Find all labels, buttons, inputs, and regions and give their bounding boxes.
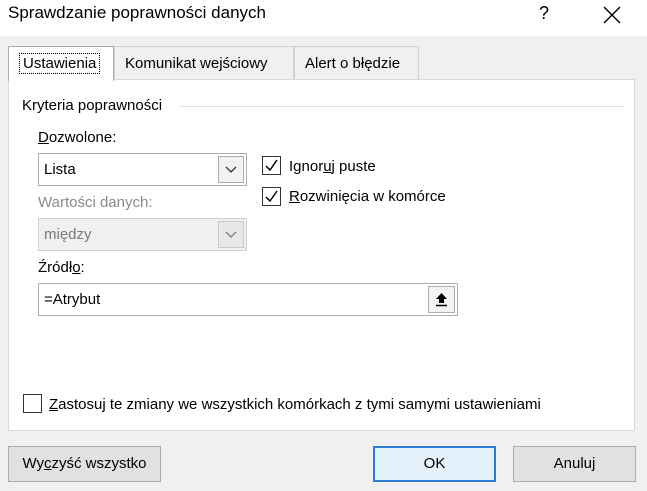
- cancel-button[interactable]: Anuluj: [513, 446, 636, 482]
- title-bar: Sprawdzanie poprawności danych ?: [0, 0, 647, 36]
- validation-criteria-label: Kryteria poprawności: [22, 97, 169, 114]
- help-button[interactable]: ?: [532, 0, 556, 28]
- tab-error-alert[interactable]: Alert o błędzie: [294, 46, 419, 80]
- allow-combobox[interactable]: Lista: [38, 153, 247, 186]
- data-value: między: [44, 226, 92, 243]
- check-icon: [265, 190, 278, 203]
- group-divider: [179, 106, 624, 107]
- apply-all-checkbox[interactable]: [23, 394, 42, 413]
- settings-panel: Kryteria poprawności Dozwolone: Lista Wa…: [8, 79, 635, 431]
- data-label: Wartości danych:: [38, 194, 153, 211]
- close-button[interactable]: [598, 2, 626, 30]
- source-label: Źródło:: [38, 259, 85, 276]
- arrow-up-icon: [436, 293, 447, 307]
- in-cell-dropdown-label: Rozwinięcia w komórce: [289, 188, 446, 205]
- allow-label: Dozwolone:: [38, 129, 117, 146]
- allow-dropdown-button[interactable]: [218, 156, 244, 183]
- source-value: =Atrybut: [44, 291, 101, 308]
- in-cell-dropdown-checkbox[interactable]: [262, 187, 281, 206]
- ok-button[interactable]: OK: [373, 446, 496, 482]
- tab-settings-label: Ustawienia: [19, 53, 101, 74]
- dialog-title: Sprawdzanie poprawności danych: [8, 3, 266, 22]
- collapse-dialog-button[interactable]: [428, 286, 455, 313]
- allow-value: Lista: [44, 161, 76, 178]
- ignore-blank-checkbox[interactable]: [262, 156, 281, 175]
- apply-all-label: Zastosuj te zmiany we wszystkich komórka…: [49, 396, 541, 413]
- chevron-down-icon: [225, 231, 237, 238]
- data-combobox: między: [38, 218, 247, 251]
- source-input[interactable]: =Atrybut: [38, 283, 458, 316]
- check-icon: [265, 159, 278, 172]
- tab-settings[interactable]: Ustawienia: [8, 46, 114, 81]
- close-icon: [603, 6, 621, 24]
- data-dropdown-button: [218, 221, 244, 248]
- chevron-down-icon: [225, 166, 237, 173]
- tab-input-message[interactable]: Komunikat wejściowy: [114, 46, 294, 80]
- ignore-blank-label: Ignoruj puste: [289, 158, 376, 175]
- clear-all-button[interactable]: Wyczyść wszystko: [8, 446, 161, 482]
